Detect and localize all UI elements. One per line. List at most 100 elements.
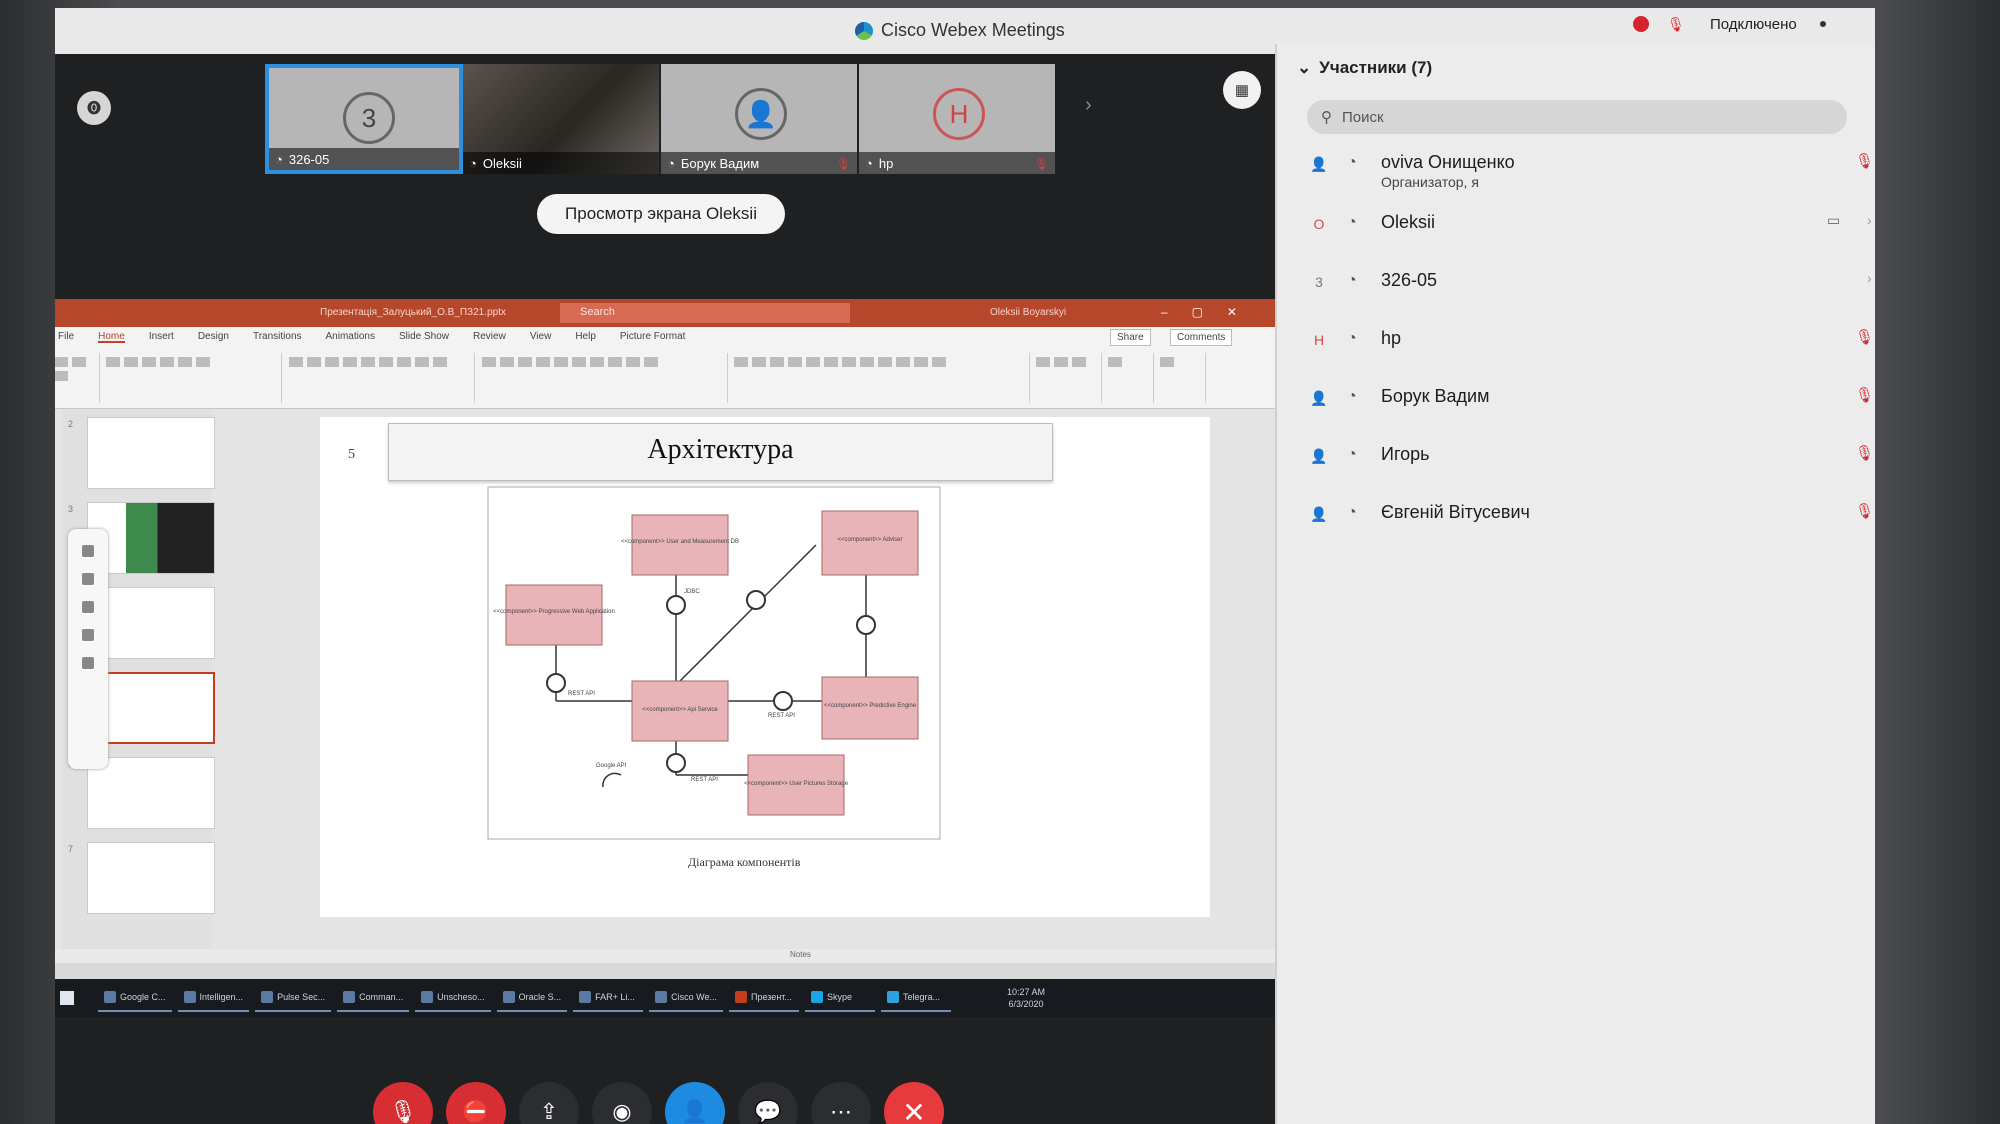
leave-button[interactable]: ✕ [884,1082,944,1124]
window-controls-icon[interactable]: –▢✕ [1161,305,1261,319]
record-button[interactable]: ◉ [592,1082,652,1124]
chevron-right-icon[interactable]: › [1867,270,1872,286]
menu-review[interactable]: Review [473,331,506,343]
windows-taskbar: Google C... Intelligen... Pulse Sec... C… [55,979,1275,1017]
slide-thumbnail[interactable] [87,417,215,489]
participant-row[interactable]: 👤 ◔ Євгеній Вітусевич 🎙 [1307,496,1874,540]
slide-thumbnail[interactable] [87,842,215,914]
mic-muted-icon[interactable]: 🎙 [1855,152,1874,170]
more-button[interactable]: ⋯ [811,1082,871,1124]
annotation-toolbar[interactable] [68,529,108,769]
menu-file[interactable]: File [58,331,74,343]
ribbon-drawing[interactable] [730,353,1030,403]
slide-canvas[interactable]: 5 Архітектура <<component>> User and Mea… [320,417,1210,917]
avatar: H [933,88,985,140]
meeting-area: ⓿ ▦ 3 ◔ 326-05 ◔ Oleksii 👤 ◔ Борук Вадим… [55,54,1275,1124]
participant-row[interactable]: 👤 ◔ oviva Онищенко Организатор, я 🎙 [1307,146,1874,190]
taskbar-item[interactable]: Oracle S... [496,984,568,1012]
participant-row[interactable]: 3 ◔ 326-05 › [1307,264,1872,308]
notes-button[interactable]: Notes [790,950,811,959]
avatar: H [1313,332,1325,348]
video-button[interactable]: ⛔ [446,1082,506,1124]
thumbnail-name: Oleksii [482,155,522,171]
component-adviser[interactable] [821,510,919,576]
taskbar-item[interactable]: Google C... [98,984,172,1012]
info-button[interactable]: ⓿ [77,91,111,125]
mic-muted-icon: 🎙 [1033,157,1049,171]
taskbar-item[interactable]: Skype [805,984,875,1012]
ppt-comments-button[interactable]: Comments [1170,329,1233,346]
ribbon-voice[interactable] [1104,353,1154,403]
menu-slideshow[interactable]: Slide Show [399,331,449,343]
taskbar-item[interactable]: Cisco We... [649,984,723,1012]
share-button[interactable]: ⇪ [519,1082,579,1124]
person-icon: 👤 [1310,505,1328,522]
zoom-out-icon[interactable] [82,629,94,641]
taskbar-item[interactable]: Comman... [337,984,410,1012]
component-pwa[interactable] [505,584,603,646]
taskbar-item[interactable]: Pulse Sec... [255,984,332,1012]
label-jdbc: JDBC [684,589,700,595]
menu-transitions[interactable]: Transitions [253,331,302,343]
fit-icon[interactable] [82,657,94,669]
zoom-in-icon[interactable] [82,601,94,613]
participant-search-input[interactable]: ⚲ Поиск [1307,100,1847,134]
windows-start-icon[interactable] [60,991,74,1005]
ribbon-font[interactable] [285,353,475,403]
mic-muted-icon[interactable]: 🎙 [1855,502,1874,520]
layout-button[interactable]: ▦ [1223,71,1261,109]
ribbon-slides[interactable] [102,353,282,403]
ribbon-editing[interactable] [1032,353,1102,403]
menu-insert[interactable]: Insert [149,331,174,343]
taskbar-item[interactable]: Презент... [729,984,799,1012]
ppt-filename: Презентація_Залуцький_О.В_ПЗ21.pptx [320,307,506,318]
taskbar-clock[interactable]: 10:27 AM 6/3/2020 [1007,986,1045,1010]
panel-header[interactable]: ⌄ Участники (7) [1297,58,1432,78]
slide-thumbnail[interactable] [87,757,215,829]
taskbar-item[interactable]: Unscheso... [415,984,491,1012]
participant-row[interactable]: O ◔ Oleksii ▭ › [1307,206,1872,250]
menu-picture-format[interactable]: Picture Format [620,331,686,343]
participant-row[interactable]: 👤 ◔ Игорь 🎙 [1307,438,1874,482]
slide-thumb-number: 3 [68,504,74,514]
taskbar-item[interactable]: Telegra... [881,984,951,1012]
telegram-icon [887,991,899,1003]
thumbnail-oleksii[interactable]: ◔ Oleksii [463,64,661,174]
component-userdb[interactable] [631,514,729,576]
ribbon-clipboard[interactable] [55,353,100,403]
label-rest3: REST API [691,777,718,783]
audio-icon: ◔ [865,155,873,171]
thumbnail-boruk[interactable]: 👤 ◔ Борук Вадим 🎙 [661,64,859,174]
participant-row[interactable]: H ◔ hp 🎙 [1307,322,1874,366]
menu-help[interactable]: Help [575,331,596,343]
pen-icon[interactable] [82,545,94,557]
menu-animations[interactable]: Animations [326,331,375,343]
chat-button[interactable]: 💬 [738,1082,798,1124]
thumbnail-hp[interactable]: H ◔ hp 🎙 [859,64,1057,174]
chevron-right-icon[interactable]: › [1085,94,1092,117]
mic-muted-icon[interactable]: 🎙 [1855,328,1874,346]
label-google: Google API [596,763,627,769]
menu-home[interactable]: Home [98,331,125,343]
menu-design[interactable]: Design [198,331,229,343]
ribbon-designer[interactable] [1156,353,1206,403]
participants-button[interactable]: 👤 [665,1082,725,1124]
chevron-down-icon[interactable]: ⌄ [1297,58,1311,78]
menu-view[interactable]: View [530,331,552,343]
participant-row[interactable]: 👤 ◔ Борук Вадим 🎙 [1307,380,1874,424]
viewing-screen-label[interactable]: Просмотр экрана Oleksii [537,194,785,234]
record-icon: ◉ [612,1099,632,1124]
ribbon-paragraph[interactable] [478,353,728,403]
ppt-search-box[interactable]: Search [560,303,850,323]
chevron-right-icon[interactable]: › [1867,212,1872,228]
mic-muted-icon[interactable]: 🎙 [1855,386,1874,404]
slide-title-box[interactable]: Архітектура [388,423,1053,481]
ppt-share-button[interactable]: Share [1110,329,1151,346]
taskbar-item[interactable]: Intelligen... [177,984,250,1012]
mute-button[interactable]: 🎙 [373,1082,433,1124]
component-diagram[interactable]: <<component>> User and Measurement DB <<… [486,485,946,855]
thumbnail-326-05[interactable]: 3 ◔ 326-05 [265,64,463,174]
taskbar-item[interactable]: FAR+ Li... [573,984,644,1012]
eraser-icon[interactable] [82,573,94,585]
mic-muted-icon[interactable]: 🎙 [1855,444,1874,462]
